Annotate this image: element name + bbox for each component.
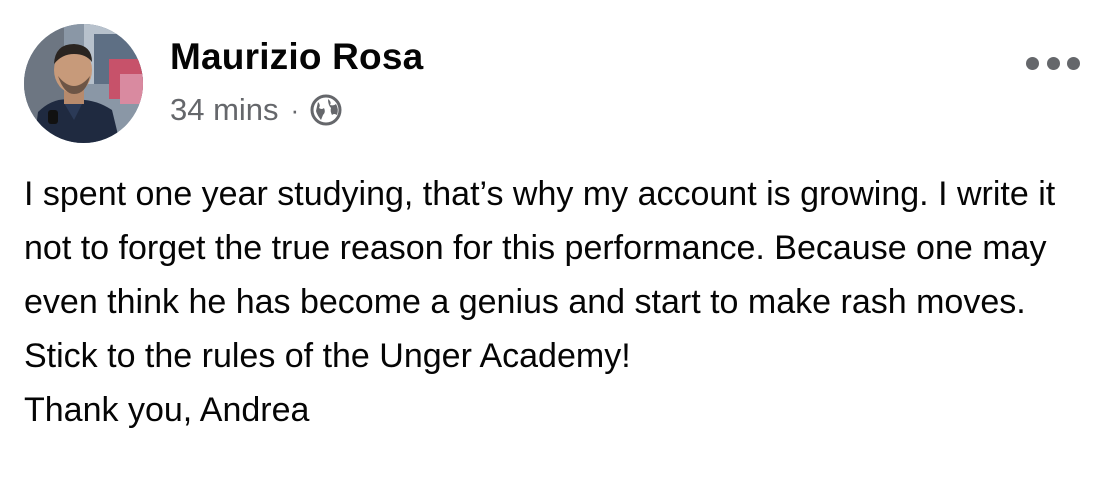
- post-meta: 34 mins ·: [170, 90, 343, 130]
- post-signoff: Thank you, Andrea: [24, 391, 310, 429]
- post-text: I spent one year studying, that’s why my…: [24, 175, 1056, 375]
- more-dot: [1026, 56, 1039, 70]
- more-dot: [1067, 56, 1080, 70]
- more-dot: [1046, 56, 1060, 70]
- post-body: I spent one year studying, that’s why my…: [24, 167, 1084, 437]
- post-card: Maurizio Rosa 34 mins · I spent one year…: [0, 0, 1104, 503]
- avatar-photo: [24, 24, 143, 143]
- meta-separator: ·: [290, 95, 300, 125]
- author-avatar[interactable]: [24, 24, 143, 143]
- globe-icon[interactable]: [309, 93, 343, 127]
- more-options-icon[interactable]: [1026, 46, 1080, 80]
- author-name[interactable]: Maurizio Rosa: [170, 36, 423, 78]
- post-timestamp[interactable]: 34 mins: [170, 92, 279, 128]
